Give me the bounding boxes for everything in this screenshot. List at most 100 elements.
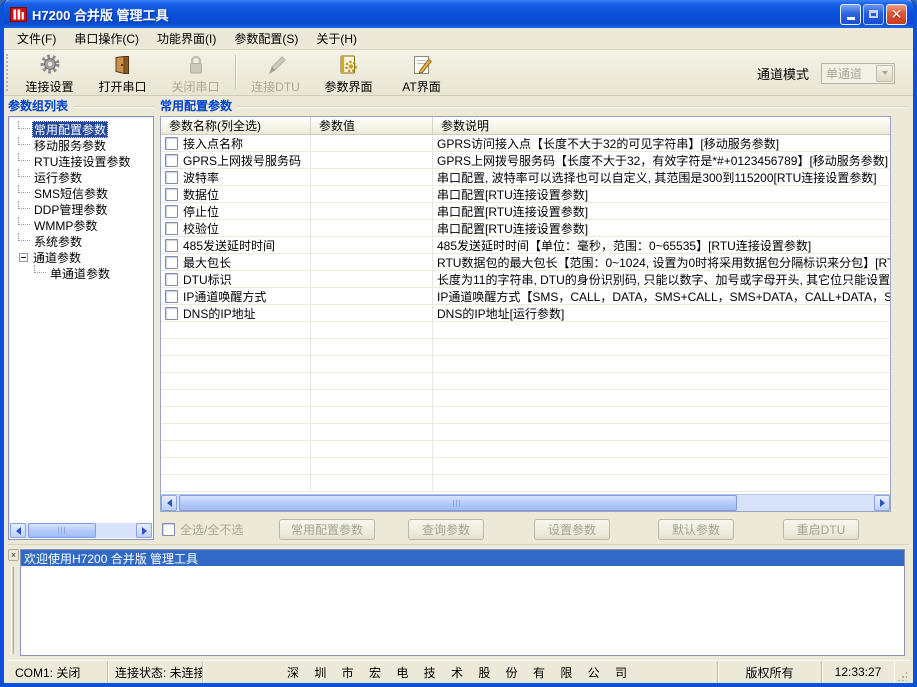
param-value-cell[interactable]: [311, 254, 433, 271]
sidebar-item-6[interactable]: DDP管理参数: [13, 201, 153, 217]
param-value-cell[interactable]: [311, 169, 433, 186]
param-value-cell[interactable]: [311, 475, 433, 492]
param-name-cell[interactable]: 停止位: [161, 203, 311, 220]
param-name-cell[interactable]: 接入点名称: [161, 135, 311, 152]
param-name-cell[interactable]: [161, 441, 311, 458]
param-name-cell[interactable]: [161, 322, 311, 339]
param-name-cell[interactable]: 数据位: [161, 186, 311, 203]
action-button-4[interactable]: 默认参数: [658, 519, 734, 540]
tree-connector: [18, 185, 30, 193]
scroll-right-icon[interactable]: [874, 495, 890, 511]
sidebar-item-2[interactable]: 移动服务参数: [13, 137, 153, 153]
param-name-cell[interactable]: [161, 339, 311, 356]
scroll-left-icon[interactable]: [161, 495, 177, 511]
close-button[interactable]: ✕: [886, 4, 907, 25]
param-name-cell[interactable]: IP通道唤醒方式: [161, 288, 311, 305]
maximize-button[interactable]: [863, 4, 884, 25]
row-checkbox[interactable]: [165, 205, 178, 218]
param-name-cell[interactable]: GPRS上网拨号服务码: [161, 152, 311, 169]
row-checkbox[interactable]: [165, 222, 178, 235]
param-name-cell[interactable]: [161, 458, 311, 475]
param-value-cell[interactable]: [311, 424, 433, 441]
tree-item-label: 通道参数: [31, 249, 83, 266]
action-button-1[interactable]: 常用配置参数: [279, 519, 375, 540]
param-name-cell[interactable]: DTU标识: [161, 271, 311, 288]
sidebar-item-3[interactable]: RTU连接设置参数: [13, 153, 153, 169]
row-checkbox[interactable]: [165, 171, 178, 184]
menu-item-0[interactable]: 文件(F): [8, 27, 65, 50]
row-checkbox[interactable]: [165, 188, 178, 201]
column-header-name[interactable]: 参数名称(列全选): [161, 117, 311, 135]
channel-mode-select[interactable]: 单通道: [821, 63, 895, 84]
sidebar-item-1[interactable]: 常用配置参数: [13, 121, 153, 137]
row-checkbox[interactable]: [165, 273, 178, 286]
row-checkbox[interactable]: [165, 307, 178, 320]
toolbar-button-5[interactable]: 参数界面: [312, 50, 385, 95]
column-header-value[interactable]: 参数值: [311, 117, 433, 135]
param-name-cell[interactable]: [161, 373, 311, 390]
toolbar-button-6[interactable]: AT界面: [385, 50, 458, 95]
column-header-desc[interactable]: 参数说明: [433, 117, 890, 135]
action-button-3[interactable]: 设置参数: [534, 519, 610, 540]
scroll-left-icon[interactable]: [10, 523, 26, 538]
param-name-cell[interactable]: DNS的IP地址: [161, 305, 311, 322]
toolbar-button-2[interactable]: 打开串口: [86, 50, 159, 95]
param-name-cell[interactable]: 校验位: [161, 220, 311, 237]
sidebar-item-9[interactable]: 通道参数: [13, 249, 153, 265]
collapse-minus-icon[interactable]: [19, 253, 28, 262]
param-name-cell[interactable]: [161, 475, 311, 492]
tree-horizontal-scrollbar[interactable]: [10, 523, 152, 538]
param-value-cell[interactable]: [311, 288, 433, 305]
param-value-cell[interactable]: [311, 186, 433, 203]
select-all-checkbox[interactable]: [162, 523, 175, 536]
log-panel-grip[interactable]: [11, 567, 14, 654]
param-value-cell[interactable]: [311, 441, 433, 458]
param-value-cell[interactable]: [311, 271, 433, 288]
parameter-table: 参数名称(列全选) 参数值 参数说明 接入点名称GPRS访问接入点【长度不大于3…: [160, 116, 891, 512]
param-value-cell[interactable]: [311, 305, 433, 322]
sidebar-item-5[interactable]: SMS短信参数: [13, 185, 153, 201]
action-button-2[interactable]: 查询参数: [408, 519, 484, 540]
scroll-right-icon[interactable]: [136, 523, 152, 538]
param-value-cell[interactable]: [311, 152, 433, 169]
action-button-5[interactable]: 重启DTU: [783, 519, 859, 540]
param-value-cell[interactable]: [311, 135, 433, 152]
param-name-cell[interactable]: [161, 390, 311, 407]
param-value-cell[interactable]: [311, 339, 433, 356]
param-value-cell[interactable]: [311, 237, 433, 254]
param-value-cell[interactable]: [311, 203, 433, 220]
menu-item-3[interactable]: 参数配置(S): [225, 27, 307, 50]
minimize-button[interactable]: [840, 4, 861, 25]
param-name-cell[interactable]: [161, 356, 311, 373]
row-checkbox[interactable]: [165, 239, 178, 252]
sidebar-item-8[interactable]: 系统参数: [13, 233, 153, 249]
sidebar-subitem-1[interactable]: 单通道参数: [13, 265, 153, 281]
row-checkbox[interactable]: [165, 154, 178, 167]
log-close-button[interactable]: ×: [8, 549, 19, 561]
menu-item-1[interactable]: 串口操作(C): [65, 27, 148, 50]
row-checkbox[interactable]: [165, 137, 178, 150]
param-name-cell[interactable]: 最大包长: [161, 254, 311, 271]
toolbar-grip: [6, 54, 11, 91]
sidebar-item-4[interactable]: 运行参数: [13, 169, 153, 185]
toolbar-button-1[interactable]: 连接设置: [13, 50, 86, 95]
param-value-cell[interactable]: [311, 458, 433, 475]
param-name-cell[interactable]: [161, 407, 311, 424]
param-value-cell[interactable]: [311, 407, 433, 424]
param-value-cell[interactable]: [311, 373, 433, 390]
log-list-item[interactable]: 欢迎使用H7200 合并版 管理工具: [21, 550, 904, 566]
param-value-cell[interactable]: [311, 322, 433, 339]
row-checkbox[interactable]: [165, 256, 178, 269]
resize-grip[interactable]: [894, 661, 909, 683]
table-horizontal-scrollbar[interactable]: [161, 494, 890, 511]
param-name-cell[interactable]: [161, 424, 311, 441]
param-name-cell[interactable]: 485发送延时时间: [161, 237, 311, 254]
menu-item-4[interactable]: 关于(H): [307, 27, 366, 50]
param-value-cell[interactable]: [311, 220, 433, 237]
param-name-cell[interactable]: 波特率: [161, 169, 311, 186]
row-checkbox[interactable]: [165, 290, 178, 303]
menu-item-2[interactable]: 功能界面(I): [148, 27, 225, 50]
param-value-cell[interactable]: [311, 390, 433, 407]
sidebar-item-7[interactable]: WMMP参数: [13, 217, 153, 233]
param-value-cell[interactable]: [311, 356, 433, 373]
